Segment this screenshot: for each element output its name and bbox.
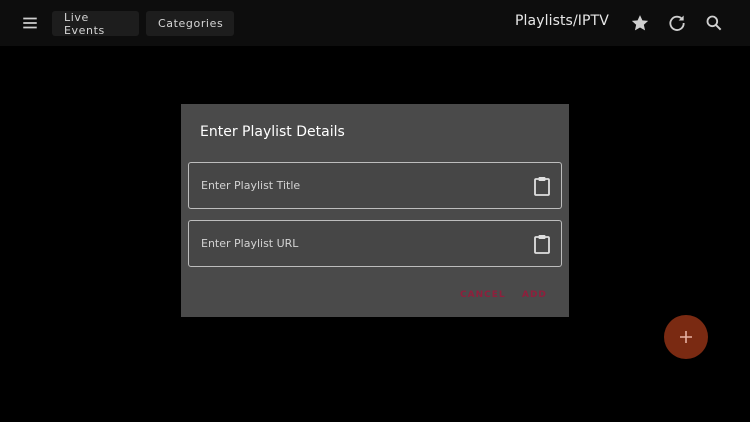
playlist-details-dialog: Enter Playlist Details CANCEL ADD [181,104,569,317]
add-playlist-fab[interactable] [664,315,708,359]
menu-icon[interactable] [19,12,41,34]
page-title: Playlists/IPTV [515,13,609,29]
refresh-icon[interactable] [667,13,687,33]
dialog-title: Enter Playlist Details [200,124,345,140]
clipboard-icon[interactable] [533,234,551,254]
playlist-title-field[interactable] [188,162,562,209]
live-events-button[interactable]: Live Events [52,11,139,37]
cancel-button[interactable]: CANCEL [460,290,506,300]
add-button[interactable]: ADD [522,290,547,300]
playlist-url-field[interactable] [188,220,562,267]
plus-icon [680,331,692,343]
playlist-title-input[interactable] [201,163,521,208]
star-icon[interactable] [630,13,650,33]
playlist-url-input[interactable] [201,221,521,266]
search-icon[interactable] [704,13,724,33]
top-bar: Live Events Categories Playlists/IPTV [0,0,750,46]
clipboard-icon[interactable] [533,176,551,196]
categories-button[interactable]: Categories [146,11,234,36]
